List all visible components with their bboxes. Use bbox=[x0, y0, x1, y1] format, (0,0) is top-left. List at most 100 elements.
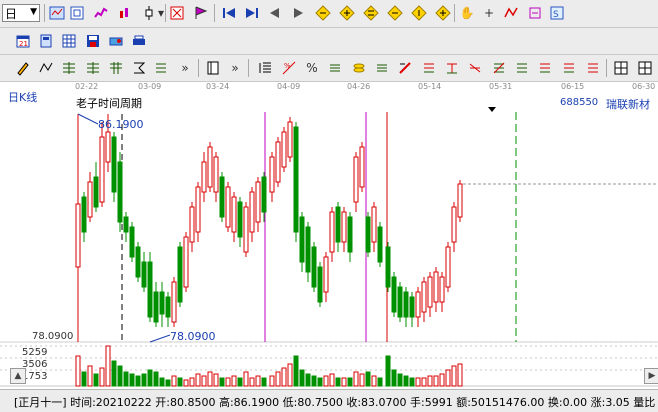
zoom-reset-icon[interactable] bbox=[386, 4, 404, 22]
right-icon[interactable] bbox=[289, 4, 307, 22]
zoom-fit-icon[interactable] bbox=[362, 4, 380, 22]
volume-bar bbox=[189, 377, 195, 387]
candle-down bbox=[159, 291, 165, 315]
scanner-icon[interactable] bbox=[107, 32, 125, 50]
svg-text:S: S bbox=[553, 10, 559, 20]
candle-down bbox=[335, 206, 341, 243]
pencil-icon[interactable] bbox=[14, 59, 32, 77]
volume-bar bbox=[385, 355, 391, 387]
first-icon[interactable] bbox=[220, 4, 238, 22]
volume-bar bbox=[299, 369, 305, 387]
window-icon[interactable] bbox=[48, 4, 66, 22]
candle-down bbox=[177, 246, 183, 303]
candle-up bbox=[249, 191, 255, 233]
candle-up bbox=[75, 203, 81, 268]
shrink-icon[interactable] bbox=[410, 4, 428, 22]
period-select[interactable]: 日 ▼ bbox=[2, 4, 40, 22]
candle-red-icon[interactable] bbox=[116, 4, 134, 22]
calendar-icon[interactable]: 21 bbox=[14, 32, 32, 50]
last-icon[interactable] bbox=[243, 4, 261, 22]
frame-icon[interactable] bbox=[204, 59, 222, 77]
redline7-icon[interactable] bbox=[536, 59, 554, 77]
svg-text:%: % bbox=[284, 62, 291, 70]
zoom-in-icon[interactable] bbox=[314, 4, 332, 22]
crosshair-icon[interactable]: + bbox=[480, 4, 498, 22]
redline5-icon[interactable] bbox=[490, 59, 508, 77]
candle-up bbox=[359, 146, 365, 188]
separator bbox=[248, 59, 249, 77]
separator bbox=[454, 4, 455, 22]
redline4-icon[interactable] bbox=[466, 59, 484, 77]
candle-up bbox=[427, 276, 433, 308]
chart-icon[interactable] bbox=[68, 4, 86, 22]
more2-icon[interactable]: » bbox=[226, 59, 244, 77]
line-icon[interactable] bbox=[502, 4, 520, 22]
restore-icon[interactable] bbox=[168, 4, 186, 22]
candle-up bbox=[275, 141, 281, 183]
ruler1-icon[interactable] bbox=[60, 59, 78, 77]
layout1-icon[interactable] bbox=[612, 59, 630, 77]
scroll-right-button[interactable]: ▶ bbox=[644, 368, 658, 384]
volume-bar bbox=[171, 375, 177, 387]
volume-bar bbox=[183, 379, 189, 387]
volume-bar bbox=[147, 369, 153, 387]
candle-up bbox=[421, 281, 427, 313]
hand-icon[interactable]: ✋ bbox=[458, 4, 476, 22]
volume-bar bbox=[269, 375, 275, 387]
calculator-icon[interactable] bbox=[37, 32, 55, 50]
volume-bar bbox=[153, 371, 159, 387]
ruler5-icon[interactable] bbox=[152, 59, 170, 77]
candle-up bbox=[353, 156, 359, 203]
lock-icon[interactable]: S bbox=[548, 4, 566, 22]
flag-icon[interactable] bbox=[192, 4, 210, 22]
candle-up bbox=[445, 246, 451, 288]
ruler2-icon[interactable] bbox=[84, 59, 102, 77]
candle-down bbox=[147, 261, 153, 318]
candle-up bbox=[255, 181, 261, 223]
redline1-icon[interactable] bbox=[396, 59, 414, 77]
candle-up bbox=[243, 206, 249, 253]
candle-down bbox=[305, 226, 311, 273]
candle-up bbox=[105, 131, 111, 163]
candle-down bbox=[93, 176, 99, 208]
volume-bar bbox=[75, 355, 81, 387]
coins1-icon[interactable] bbox=[326, 59, 344, 77]
scroll-up-button[interactable]: ▲ bbox=[10, 368, 26, 384]
zoom-out-icon[interactable] bbox=[338, 4, 356, 22]
candle-down bbox=[409, 296, 415, 318]
volume-bar bbox=[165, 379, 171, 387]
redline2-icon[interactable] bbox=[420, 59, 438, 77]
layout2-icon[interactable] bbox=[636, 59, 654, 77]
percent-tri-icon[interactable]: % bbox=[280, 59, 298, 77]
candle-down bbox=[377, 226, 383, 263]
more-icon[interactable]: » bbox=[176, 59, 194, 77]
candle-down bbox=[135, 246, 141, 278]
candle-down bbox=[261, 176, 267, 213]
draw-icon[interactable] bbox=[37, 59, 55, 77]
candle-up bbox=[341, 211, 347, 243]
redline3-icon[interactable] bbox=[443, 59, 461, 77]
more3-icon[interactable] bbox=[584, 59, 602, 77]
volume-bar bbox=[111, 360, 117, 387]
ruler-icon[interactable] bbox=[526, 4, 544, 22]
percent-icon[interactable]: % bbox=[303, 59, 321, 77]
save-icon[interactable] bbox=[84, 32, 102, 50]
volume-bar bbox=[81, 371, 87, 387]
coins2-icon[interactable] bbox=[350, 59, 368, 77]
ruler3-icon[interactable] bbox=[107, 59, 125, 77]
redline6-icon[interactable] bbox=[513, 59, 531, 77]
shrink2-icon[interactable] bbox=[434, 4, 452, 22]
grid-icon[interactable] bbox=[60, 32, 78, 50]
redline8-icon[interactable] bbox=[560, 59, 578, 77]
table-icon[interactable] bbox=[256, 59, 274, 77]
candle-up bbox=[207, 146, 213, 188]
tick-icon[interactable] bbox=[92, 4, 110, 22]
volume-bar bbox=[427, 375, 433, 387]
left-icon[interactable] bbox=[266, 4, 284, 22]
volume-bar bbox=[329, 373, 335, 387]
print-icon[interactable] bbox=[130, 32, 148, 50]
pen-icon[interactable] bbox=[373, 59, 391, 77]
candle-down bbox=[117, 161, 123, 223]
ruler4-icon[interactable] bbox=[130, 59, 148, 77]
volume-bar bbox=[433, 375, 439, 387]
